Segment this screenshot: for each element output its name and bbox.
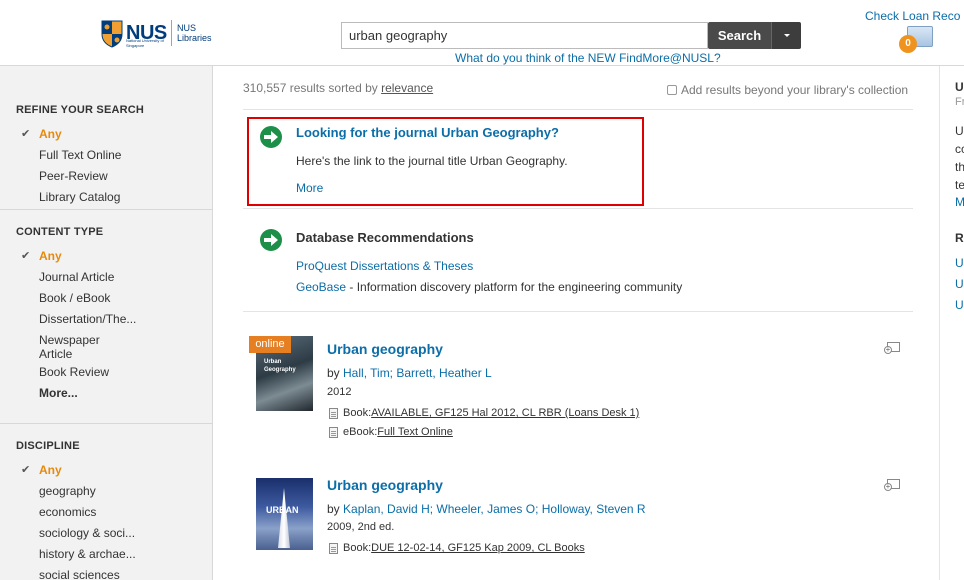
ebook-icon <box>329 426 338 438</box>
facet-item-geography[interactable]: geography <box>0 481 212 502</box>
save-to-folder-icon[interactable]: + <box>884 478 900 491</box>
facet-title: DISCIPLINE <box>16 440 80 452</box>
search-result: URBAN Urban geography by Kaplan, David H… <box>243 476 913 576</box>
check-icon: ✔ <box>21 464 31 476</box>
facet-item-peer-review[interactable]: Peer-Review <box>0 166 212 187</box>
facet-group-content-type: CONTENT TYPE ✔ Any Journal Article Book /… <box>0 210 212 424</box>
database-link-geobase[interactable]: GeoBase <box>296 280 346 294</box>
facet-item-history[interactable]: history & archae... <box>0 544 212 565</box>
facet-title: REFINE YOUR SEARCH <box>16 104 145 116</box>
header: NUS National University of Singapore NUS… <box>0 0 964 66</box>
database-link-proquest[interactable]: ProQuest Dissertations & Theses <box>296 259 473 273</box>
facet-item-economics[interactable]: economics <box>0 502 212 523</box>
check-loan-records-link[interactable]: Check Loan Reco <box>865 9 960 23</box>
journal-recommendation: Looking for the journal Urban Geography?… <box>247 117 644 206</box>
facet-item-library-catalog[interactable]: Library Catalog <box>0 187 212 208</box>
ebook-availability: eBook: Full Text Online <box>329 426 453 438</box>
book-icon <box>329 542 338 554</box>
check-icon: ✔ <box>21 250 31 262</box>
database-recommendations-title: Database Recommendations <box>296 230 474 245</box>
facet-item-full-text-online[interactable]: Full Text Online <box>0 145 212 166</box>
facet-item-any[interactable]: ✔ Any <box>0 460 212 481</box>
search-options-dropdown[interactable] <box>771 22 801 49</box>
search-result: Urban Geography online Urban geography b… <box>243 336 913 446</box>
search-input[interactable] <box>341 22 708 49</box>
nus-libraries-logo[interactable]: NUS National University of Singapore NUS… <box>100 16 220 50</box>
book-availability-link[interactable]: DUE 12-02-14, GF125 Kap 2009, CL Books <box>371 542 585 554</box>
facet-group-refine: REFINE YOUR SEARCH ✔ Any Full Text Online… <box>0 66 212 210</box>
facet-item-book-review[interactable]: Book Review <box>0 362 212 383</box>
result-authors: by Kaplan, David H; Wheeler, James O; Ho… <box>327 502 646 516</box>
result-year: 2012 <box>327 386 352 398</box>
search-button[interactable]: Search <box>708 22 771 49</box>
result-title-link[interactable]: Urban geography <box>327 477 443 493</box>
book-availability: Book: DUE 12-02-14, GF125 Kap 2009, CL B… <box>329 542 585 554</box>
facet-item-any[interactable]: ✔ Any <box>0 124 212 145</box>
right-panel: U Fr U cc th te M R U U U <box>939 66 964 580</box>
online-badge: online <box>249 336 291 353</box>
full-text-online-link[interactable]: Full Text Online <box>377 426 453 438</box>
refine-sidebar: REFINE YOUR SEARCH ✔ Any Full Text Online… <box>0 66 213 580</box>
facet-item-dissertation[interactable]: Dissertation/The... <box>0 309 212 330</box>
saved-items-count-badge: 0 <box>899 35 917 53</box>
database-line-geobase: GeoBase - Information discovery platform… <box>296 280 683 294</box>
facet-group-discipline: DISCIPLINE ✔ Any geography economics soci… <box>0 424 212 580</box>
book-icon <box>329 407 338 419</box>
logo-libraries-text: NUS Libraries <box>177 23 212 43</box>
nus-crest-icon <box>100 18 124 48</box>
facet-item-any[interactable]: ✔ Any <box>0 246 212 267</box>
results-summary: 310,557 results sorted by relevance <box>243 81 434 95</box>
facet-item-sociology[interactable]: sociology & soci... <box>0 523 212 544</box>
journal-recommendation-title[interactable]: Looking for the journal Urban Geography? <box>296 125 559 140</box>
divider <box>243 208 913 209</box>
author-links[interactable]: Hall, Tim; Barrett, Heather L <box>343 366 492 380</box>
facet-more-link[interactable]: More... <box>0 383 212 404</box>
check-icon: ✔ <box>21 128 31 140</box>
book-cover-thumbnail[interactable]: URBAN <box>256 478 313 550</box>
logo-divider <box>171 20 172 46</box>
facet-item-social-sciences[interactable]: social sciences <box>0 565 212 580</box>
logo-subtitle: National University of Singapore <box>126 38 164 48</box>
result-title-link[interactable]: Urban geography <box>327 341 443 357</box>
journal-recommendation-more-link[interactable]: More <box>296 181 323 195</box>
result-authors: by Hall, Tim; Barrett, Heather L <box>327 366 492 380</box>
book-availability-link[interactable]: AVAILABLE, GF125 Hal 2012, CL RBR (Loans… <box>371 407 639 419</box>
author-links[interactable]: Kaplan, David H; Wheeler, James O; Hollo… <box>343 502 646 516</box>
facet-item-newspaper-article[interactable]: Newspaper Article <box>0 330 212 362</box>
facet-item-journal-article[interactable]: Journal Article <box>0 267 212 288</box>
save-to-folder-icon[interactable]: + <box>884 341 900 354</box>
arrow-right-icon <box>260 126 282 148</box>
checkbox[interactable] <box>667 85 677 95</box>
add-beyond-collection-toggle[interactable]: Add results beyond your library's collec… <box>667 83 908 97</box>
facet-title: CONTENT TYPE <box>16 226 104 238</box>
feedback-link[interactable]: What do you think of the NEW FindMore@NU… <box>455 51 721 65</box>
book-availability: Book: AVAILABLE, GF125 Hal 2012, CL RBR … <box>329 407 639 419</box>
journal-recommendation-text: Here's the link to the journal title Urb… <box>296 154 568 168</box>
result-year: 2009, 2nd ed. <box>327 521 395 533</box>
sort-relevance-link[interactable]: relevance <box>381 81 433 95</box>
divider <box>243 311 913 312</box>
arrow-right-icon <box>260 229 282 251</box>
results-pane: 310,557 results sorted by relevance Add … <box>214 66 939 580</box>
divider <box>243 109 913 110</box>
facet-item-book-ebook[interactable]: Book / eBook <box>0 288 212 309</box>
